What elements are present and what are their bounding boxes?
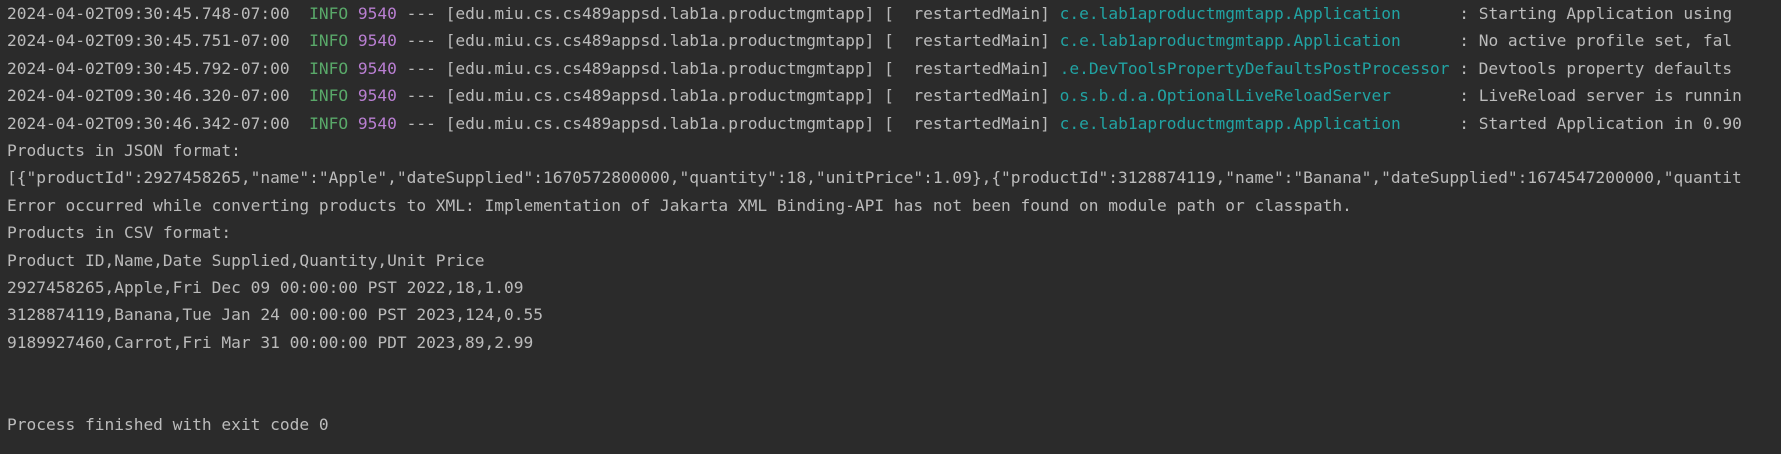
csv-row: 9189927460,Carrot,Fri Mar 31 00:00:00 PD… [7, 332, 534, 352]
empty-line [7, 383, 1781, 410]
csv-row: Product ID,Name,Date Supplied,Quantity,U… [7, 250, 485, 270]
log-level: INFO [309, 31, 349, 51]
log-app-name: [edu.miu.cs.cs489appsd.lab1a.productmgmt… [445, 58, 875, 78]
log-timestamp: 2024-04-02T09:30:45.748-07:00 [7, 4, 290, 23]
log-level: INFO [309, 113, 349, 133]
csv-row: 2927458265,Apple,Fri Dec 09 00:00:00 PST… [7, 277, 524, 297]
log-line: 2024-04-02T09:30:45.792-07:00 INFO 9540 … [7, 55, 1781, 82]
log-app-name: [edu.miu.cs.cs489appsd.lab1a.productmgmt… [445, 86, 875, 106]
log-pid: 9540 [357, 58, 397, 78]
log-message: : Started Application in 0.90 [1459, 113, 1742, 133]
log-separator: --- [406, 58, 436, 78]
log-pid: 9540 [357, 86, 397, 106]
xml-error-line: Error occurred while converting products… [7, 195, 1352, 215]
log-level: INFO [309, 58, 349, 78]
log-message: : Starting Application using [1459, 4, 1733, 23]
log-thread: [ restartedMain] [884, 31, 1050, 51]
json-header-line: Products in JSON format: [7, 140, 241, 160]
log-message: : LiveReload server is runnin [1459, 86, 1742, 106]
csv-row: 3128874119,Banana,Tue Jan 24 00:00:00 PS… [7, 305, 544, 325]
log-line: 2024-04-02T09:30:45.748-07:00 INFO 9540 … [7, 0, 1781, 27]
log-line: 2024-04-02T09:30:46.320-07:00 INFO 9540 … [7, 82, 1781, 109]
log-separator: --- [406, 31, 436, 51]
run-console-output[interactable]: 2024-04-02T09:30:45.748-07:00 INFO 9540 … [0, 0, 1781, 454]
log-line: 2024-04-02T09:30:46.342-07:00 INFO 9540 … [7, 110, 1781, 137]
log-level: INFO [309, 4, 349, 23]
log-timestamp: 2024-04-02T09:30:45.751-07:00 [7, 31, 290, 51]
log-pid: 9540 [357, 113, 397, 133]
log-app-name: [edu.miu.cs.cs489appsd.lab1a.productmgmt… [445, 31, 875, 51]
log-line: 2024-04-02T09:30:45.751-07:00 INFO 9540 … [7, 27, 1781, 54]
log-separator: --- [406, 86, 436, 106]
log-timestamp: 2024-04-02T09:30:46.342-07:00 [7, 113, 290, 133]
csv-header-line: Products in CSV format: [7, 223, 232, 243]
log-level: INFO [309, 86, 349, 106]
log-separator: --- [406, 113, 436, 133]
log-pid: 9540 [357, 31, 397, 51]
json-body-line: [{"productId":2927458265,"name":"Apple",… [7, 168, 1742, 188]
log-logger[interactable]: c.e.lab1aproductmgmtapp.Application [1060, 114, 1401, 133]
log-thread: [ restartedMain] [884, 113, 1050, 133]
empty-line [7, 356, 1781, 383]
log-logger[interactable]: o.s.b.d.a.OptionalLiveReloadServer [1060, 86, 1391, 105]
log-logger[interactable]: .e.DevToolsPropertyDefaultsPostProcessor [1060, 59, 1450, 78]
log-timestamp: 2024-04-02T09:30:46.320-07:00 [7, 86, 290, 106]
log-message: : Devtools property defaults [1459, 58, 1733, 78]
log-pid: 9540 [357, 4, 397, 23]
process-exit-line: Process finished with exit code 0 [7, 414, 329, 434]
log-logger[interactable]: c.e.lab1aproductmgmtapp.Application [1060, 4, 1401, 23]
log-message: : No active profile set, fal [1459, 31, 1733, 51]
log-thread: [ restartedMain] [884, 4, 1050, 23]
log-thread: [ restartedMain] [884, 58, 1050, 78]
log-timestamp: 2024-04-02T09:30:45.792-07:00 [7, 58, 290, 78]
log-app-name: [edu.miu.cs.cs489appsd.lab1a.productmgmt… [445, 4, 875, 23]
log-thread: [ restartedMain] [884, 86, 1050, 106]
log-separator: --- [406, 4, 436, 23]
log-logger[interactable]: c.e.lab1aproductmgmtapp.Application [1060, 31, 1401, 50]
log-app-name: [edu.miu.cs.cs489appsd.lab1a.productmgmt… [445, 113, 875, 133]
